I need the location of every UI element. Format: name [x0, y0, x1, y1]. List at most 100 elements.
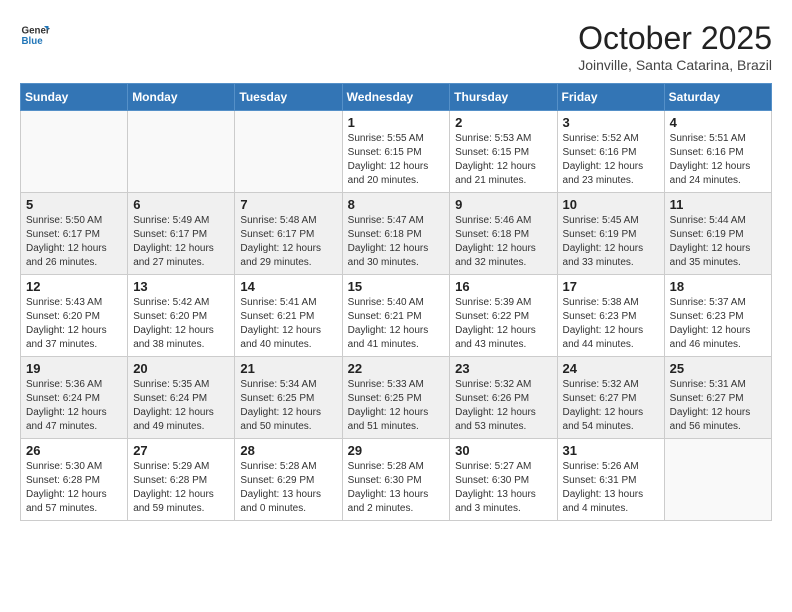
- day-number: 15: [348, 279, 445, 294]
- day-number: 5: [26, 197, 122, 212]
- calendar-cell: [664, 439, 771, 521]
- calendar-cell: 9 Sunrise: 5:46 AM Sunset: 6:18 PM Daylig…: [450, 193, 557, 275]
- day-info: Sunrise: 5:50 AM Sunset: 6:17 PM Dayligh…: [26, 214, 122, 270]
- calendar-cell: 17Sunrise: 5:38 AM Sunset: 6:23 PM Dayli…: [557, 275, 664, 357]
- calendar-cell: 24 Sunrise: 5:32 AM Sunset: 6:27 PM Dayli…: [557, 357, 664, 439]
- calendar-cell: 6Sunrise: 5:49 AM Sunset: 6:17 PM Daylig…: [128, 193, 235, 275]
- calendar-cell: 11Sunrise: 5:44 AM Sunset: 6:19 PM Dayli…: [664, 193, 771, 275]
- calendar-cell: 28 Sunrise: 5:28 AM Sunset: 6:29 PM Dayli…: [235, 439, 342, 521]
- calendar-cell: 20 Sunrise: 5:35 AM Sunset: 6:24 PM Dayli…: [128, 357, 235, 439]
- day-info: Sunrise: 5:42 AM Sunset: 6:20 PM Dayligh…: [133, 296, 229, 352]
- calendar-cell: [128, 111, 235, 193]
- weekday-header-saturday: Saturday: [664, 84, 771, 111]
- month-title: October 2025: [578, 20, 772, 57]
- day-info: Sunrise: 5:51 AM Sunset: 6:16 PM Dayligh…: [670, 132, 766, 188]
- calendar-cell: [21, 111, 128, 193]
- day-number: 31: [563, 443, 659, 458]
- svg-text:Blue: Blue: [22, 36, 44, 47]
- calendar-cell: 12 Sunrise: 5:43 AM Sunset: 6:20 PM Dayli…: [21, 275, 128, 357]
- location: Joinville, Santa Catarina, Brazil: [578, 57, 772, 73]
- day-number: 30: [455, 443, 551, 458]
- calendar-week-row: 12 Sunrise: 5:43 AM Sunset: 6:20 PM Dayli…: [21, 275, 772, 357]
- calendar-cell: 14 Sunrise: 5:41 AM Sunset: 6:21 PM Dayli…: [235, 275, 342, 357]
- day-info: Sunrise: 5:29 AM Sunset: 6:28 PM Dayligh…: [133, 460, 229, 516]
- weekday-header-sunday: Sunday: [21, 84, 128, 111]
- calendar-cell: 4 Sunrise: 5:51 AM Sunset: 6:16 PM Daylig…: [664, 111, 771, 193]
- calendar-cell: 27Sunrise: 5:29 AM Sunset: 6:28 PM Dayli…: [128, 439, 235, 521]
- calendar-cell: 19 Sunrise: 5:36 AM Sunset: 6:24 PM Dayli…: [21, 357, 128, 439]
- calendar-cell: 2Sunrise: 5:53 AM Sunset: 6:15 PM Daylig…: [450, 111, 557, 193]
- day-number: 29: [348, 443, 445, 458]
- calendar-cell: 21 Sunrise: 5:34 AM Sunset: 6:25 PM Dayli…: [235, 357, 342, 439]
- weekday-header-row: SundayMondayTuesdayWednesdayThursdayFrid…: [21, 84, 772, 111]
- calendar-cell: 25 Sunrise: 5:31 AM Sunset: 6:27 PM Dayli…: [664, 357, 771, 439]
- day-number: 23: [455, 361, 551, 376]
- day-info: Sunrise: 5:45 AM Sunset: 6:19 PM Dayligh…: [563, 214, 659, 270]
- day-number: 28: [240, 443, 336, 458]
- day-number: 16: [455, 279, 551, 294]
- calendar-week-row: 26 Sunrise: 5:30 AM Sunset: 6:28 PM Dayli…: [21, 439, 772, 521]
- calendar-cell: 7Sunrise: 5:48 AM Sunset: 6:17 PM Daylig…: [235, 193, 342, 275]
- day-number: 21: [240, 361, 336, 376]
- day-number: 18: [670, 279, 766, 294]
- day-info: Sunrise: 5:43 AM Sunset: 6:20 PM Dayligh…: [26, 296, 122, 352]
- day-info: Sunrise: 5:44 AM Sunset: 6:19 PM Dayligh…: [670, 214, 766, 270]
- calendar-cell: 13 Sunrise: 5:42 AM Sunset: 6:20 PM Dayli…: [128, 275, 235, 357]
- calendar-table: SundayMondayTuesdayWednesdayThursdayFrid…: [20, 83, 772, 521]
- title-block: October 2025 Joinville, Santa Catarina, …: [578, 20, 772, 73]
- day-info: Sunrise: 5:32 AM Sunset: 6:27 PM Dayligh…: [563, 378, 659, 434]
- day-number: 4: [670, 115, 766, 130]
- calendar-cell: 3Sunrise: 5:52 AM Sunset: 6:16 PM Daylig…: [557, 111, 664, 193]
- weekday-header-friday: Friday: [557, 84, 664, 111]
- calendar-cell: 30 Sunrise: 5:27 AM Sunset: 6:30 PM Dayli…: [450, 439, 557, 521]
- day-info: Sunrise: 5:28 AM Sunset: 6:29 PM Dayligh…: [240, 460, 336, 516]
- calendar-cell: 15 Sunrise: 5:40 AM Sunset: 6:21 PM Dayli…: [342, 275, 450, 357]
- weekday-header-monday: Monday: [128, 84, 235, 111]
- logo: General Blue: [20, 20, 50, 50]
- day-info: Sunrise: 5:55 AM Sunset: 6:15 PM Dayligh…: [348, 132, 445, 188]
- calendar-cell: 29 Sunrise: 5:28 AM Sunset: 6:30 PM Dayli…: [342, 439, 450, 521]
- day-info: Sunrise: 5:27 AM Sunset: 6:30 PM Dayligh…: [455, 460, 551, 516]
- day-info: Sunrise: 5:38 AM Sunset: 6:23 PM Dayligh…: [563, 296, 659, 352]
- day-number: 8: [348, 197, 445, 212]
- day-info: Sunrise: 5:37 AM Sunset: 6:23 PM Dayligh…: [670, 296, 766, 352]
- day-info: Sunrise: 5:46 AM Sunset: 6:18 PM Dayligh…: [455, 214, 551, 270]
- day-info: Sunrise: 5:31 AM Sunset: 6:27 PM Dayligh…: [670, 378, 766, 434]
- calendar-cell: 5 Sunrise: 5:50 AM Sunset: 6:17 PM Daylig…: [21, 193, 128, 275]
- day-info: Sunrise: 5:30 AM Sunset: 6:28 PM Dayligh…: [26, 460, 122, 516]
- day-number: 1: [348, 115, 445, 130]
- day-number: 24: [563, 361, 659, 376]
- calendar-cell: 26 Sunrise: 5:30 AM Sunset: 6:28 PM Dayli…: [21, 439, 128, 521]
- day-number: 14: [240, 279, 336, 294]
- day-number: 7: [240, 197, 336, 212]
- weekday-header-tuesday: Tuesday: [235, 84, 342, 111]
- day-info: Sunrise: 5:39 AM Sunset: 6:22 PM Dayligh…: [455, 296, 551, 352]
- day-info: Sunrise: 5:34 AM Sunset: 6:25 PM Dayligh…: [240, 378, 336, 434]
- day-number: 3: [563, 115, 659, 130]
- day-number: 2: [455, 115, 551, 130]
- day-info: Sunrise: 5:28 AM Sunset: 6:30 PM Dayligh…: [348, 460, 445, 516]
- calendar-cell: 1 Sunrise: 5:55 AM Sunset: 6:15 PM Daylig…: [342, 111, 450, 193]
- weekday-header-thursday: Thursday: [450, 84, 557, 111]
- day-info: Sunrise: 5:40 AM Sunset: 6:21 PM Dayligh…: [348, 296, 445, 352]
- calendar-cell: 18 Sunrise: 5:37 AM Sunset: 6:23 PM Dayli…: [664, 275, 771, 357]
- calendar-week-row: 1 Sunrise: 5:55 AM Sunset: 6:15 PM Daylig…: [21, 111, 772, 193]
- day-info: Sunrise: 5:26 AM Sunset: 6:31 PM Dayligh…: [563, 460, 659, 516]
- day-info: Sunrise: 5:35 AM Sunset: 6:24 PM Dayligh…: [133, 378, 229, 434]
- day-number: 9: [455, 197, 551, 212]
- day-info: Sunrise: 5:32 AM Sunset: 6:26 PM Dayligh…: [455, 378, 551, 434]
- day-number: 19: [26, 361, 122, 376]
- day-info: Sunrise: 5:41 AM Sunset: 6:21 PM Dayligh…: [240, 296, 336, 352]
- day-number: 25: [670, 361, 766, 376]
- day-number: 26: [26, 443, 122, 458]
- day-number: 20: [133, 361, 229, 376]
- calendar-cell: 8Sunrise: 5:47 AM Sunset: 6:18 PM Daylig…: [342, 193, 450, 275]
- day-number: 12: [26, 279, 122, 294]
- calendar-cell: 31 Sunrise: 5:26 AM Sunset: 6:31 PM Dayli…: [557, 439, 664, 521]
- day-info: Sunrise: 5:36 AM Sunset: 6:24 PM Dayligh…: [26, 378, 122, 434]
- day-number: 13: [133, 279, 229, 294]
- calendar-week-row: 19 Sunrise: 5:36 AM Sunset: 6:24 PM Dayli…: [21, 357, 772, 439]
- logo-icon: General Blue: [20, 20, 50, 50]
- calendar-cell: 10Sunrise: 5:45 AM Sunset: 6:19 PM Dayli…: [557, 193, 664, 275]
- weekday-header-wednesday: Wednesday: [342, 84, 450, 111]
